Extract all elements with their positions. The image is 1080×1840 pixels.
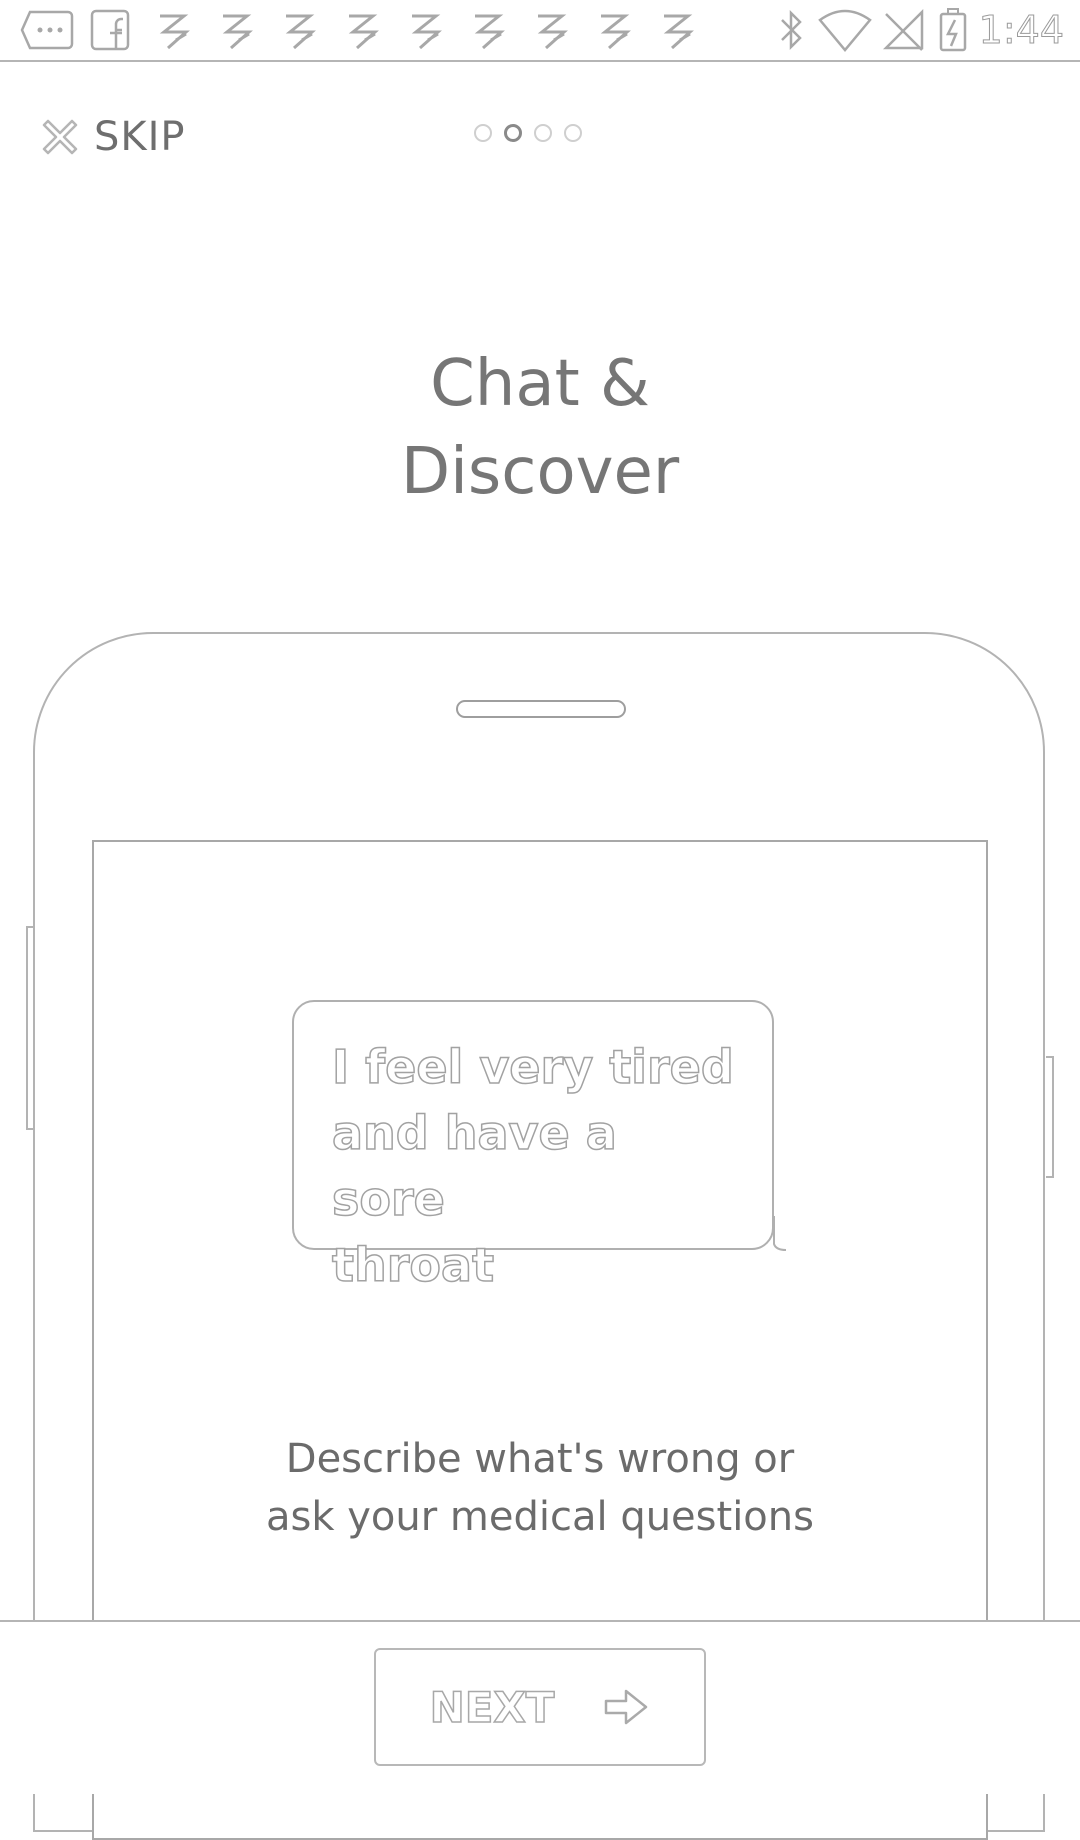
phone-side-button — [1046, 1056, 1054, 1178]
app-notification-icon — [663, 14, 694, 50]
chat-line-1: I feel very tired — [331, 1039, 734, 1095]
facebook-icon — [90, 9, 130, 51]
skip-label: SKIP — [94, 114, 186, 160]
onboarding-description: Describe what's wrong or ask your medica… — [200, 1430, 880, 1546]
app-notification-icon — [348, 14, 379, 50]
next-label: NEXT — [429, 1682, 555, 1733]
page-dot — [534, 124, 552, 142]
app-notification-icon — [411, 14, 442, 50]
page-dot — [474, 124, 492, 142]
phone-side-button — [26, 926, 34, 1130]
phone-speaker — [456, 700, 626, 718]
description-line-2: ask your medical questions — [266, 1494, 814, 1540]
close-icon — [42, 119, 78, 155]
next-button[interactable]: NEXT — [374, 1648, 706, 1766]
no-signal-icon — [882, 8, 924, 51]
more-notification-icon — [20, 10, 74, 50]
status-bar: 1:44 — [0, 0, 1080, 62]
page-dot-active — [504, 124, 522, 142]
app-notification-icon — [600, 14, 631, 50]
chat-bubble: I feel very tired and have a sore throat — [292, 1000, 774, 1293]
chat-bubble-tail — [773, 1216, 787, 1251]
skip-button[interactable]: SKIP — [40, 112, 186, 162]
battery-charging-icon — [939, 8, 967, 52]
bluetooth-icon — [781, 9, 802, 51]
page-title: Chat & Discover — [0, 340, 1080, 516]
app-notification-icon — [159, 14, 190, 50]
wifi-icon — [818, 9, 872, 52]
chat-line-3: throat — [331, 1237, 495, 1293]
title-line-2: Discover — [400, 435, 680, 509]
status-time: 1:44 — [978, 8, 1064, 53]
page-dot — [564, 124, 582, 142]
app-notification-icon — [474, 14, 505, 50]
chat-line-2: and have a sore — [331, 1105, 617, 1227]
title-line-1: Chat & — [430, 347, 650, 421]
app-notification-icon — [537, 14, 568, 50]
description-line-1: Describe what's wrong or — [285, 1436, 795, 1482]
page-indicator — [474, 124, 582, 148]
app-notification-icon — [285, 14, 316, 50]
arrow-right-icon — [605, 1689, 648, 1725]
app-notification-icon — [222, 14, 253, 50]
